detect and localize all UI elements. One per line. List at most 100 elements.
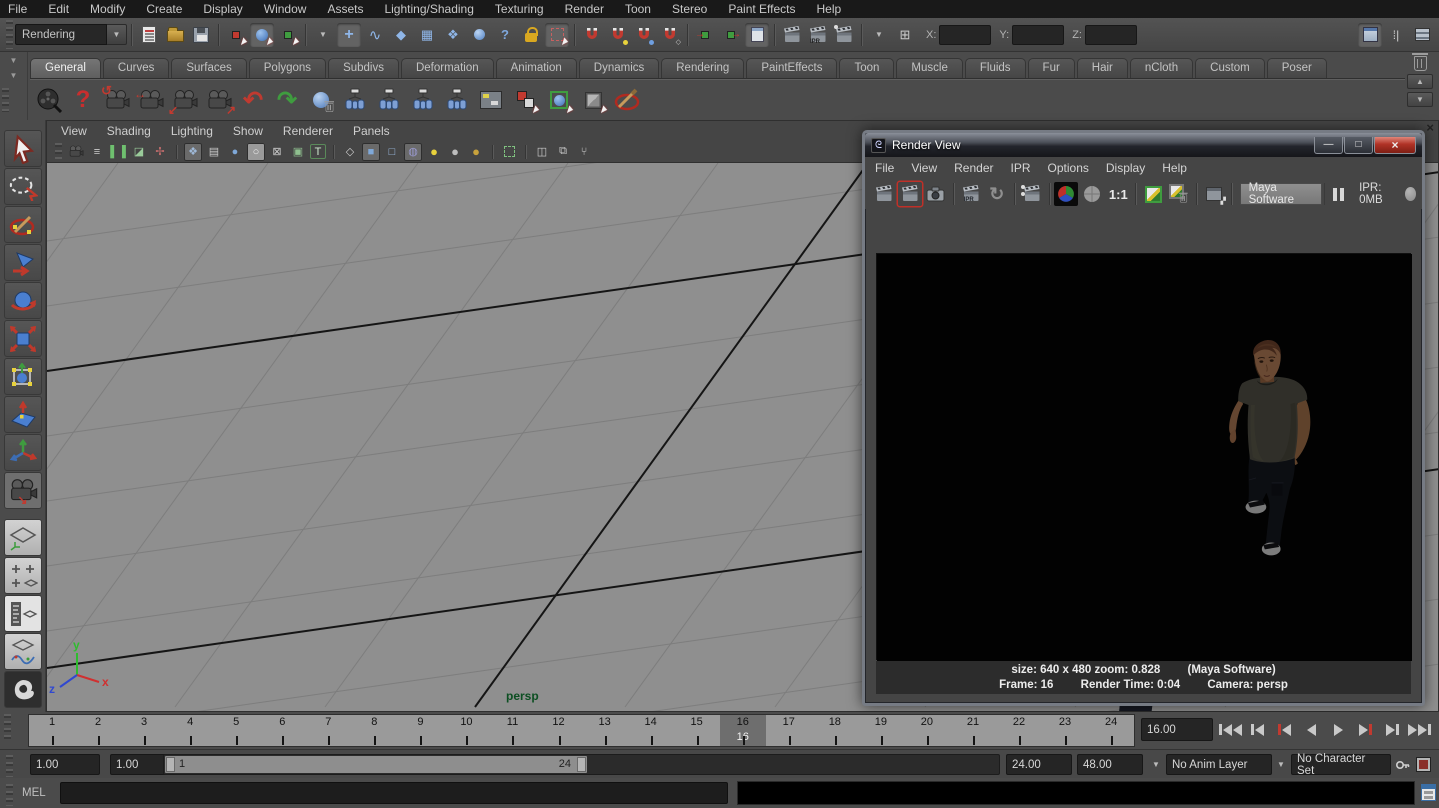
safe-action-icon[interactable]: ⊠ xyxy=(268,143,286,161)
render-view-menu-item[interactable]: View xyxy=(911,161,937,175)
main-menu-item[interactable]: Display xyxy=(203,2,242,16)
layout-persp-graph-button[interactable] xyxy=(4,633,42,670)
snap-magnet-point-button[interactable] xyxy=(632,23,656,47)
redo-view-button[interactable]: ↷ xyxy=(272,85,302,115)
2d-pan-zoom-icon[interactable]: ✢ xyxy=(151,143,169,161)
select-component-mode-button[interactable] xyxy=(276,23,300,47)
timeline-frame[interactable]: 22 22 xyxy=(996,715,1042,746)
script-editor-icon[interactable] xyxy=(1421,784,1436,801)
show-manipulator-tool-button[interactable] xyxy=(4,434,42,471)
playback-range-bar[interactable]: 1 24 xyxy=(165,756,587,773)
timeline-frame[interactable]: 20 20 xyxy=(904,715,950,746)
hypergraph-input-output-button[interactable] xyxy=(374,85,404,115)
construction-history-button[interactable] xyxy=(745,23,769,47)
render-view-menu-item[interactable]: Render xyxy=(954,161,993,175)
frame-text-icon[interactable]: T xyxy=(310,144,326,159)
layout-single-persp-button[interactable] xyxy=(4,519,42,556)
shelf-tab[interactable]: Hair xyxy=(1077,58,1128,78)
shelf-tab[interactable]: General xyxy=(30,58,101,78)
y-coordinate-input[interactable] xyxy=(1012,25,1064,45)
select-hierarchy-mode-button[interactable] xyxy=(224,23,248,47)
timeline-frame[interactable]: 2 2 xyxy=(75,715,121,746)
display-rgb-channels-button[interactable] xyxy=(1054,182,1078,206)
timeline-frame[interactable]: 1 1 xyxy=(29,715,75,746)
timeline-frame[interactable]: 6 6 xyxy=(259,715,305,746)
minimize-button[interactable]: — xyxy=(1314,137,1343,154)
renderer-selector[interactable]: Maya Software xyxy=(1240,183,1323,205)
main-menu-item[interactable]: Toon xyxy=(625,2,651,16)
shelf-grip[interactable] xyxy=(2,88,9,112)
render-view-window[interactable]: ᘓ Render View — □ × FileViewRenderIPROpt… xyxy=(862,130,1425,706)
make-live-button[interactable] xyxy=(467,23,491,47)
default-light-icon[interactable]: ● xyxy=(425,143,443,161)
z-coordinate-input[interactable] xyxy=(1085,25,1137,45)
hypergraph-up-downstream-button[interactable] xyxy=(408,85,438,115)
range-end-handle[interactable] xyxy=(577,757,586,772)
xray-joints-icon[interactable]: ⧉ xyxy=(554,143,572,161)
timeline-frame[interactable]: 23 23 xyxy=(1042,715,1088,746)
snap-to-view-planes-button[interactable]: ❖ xyxy=(441,23,465,47)
shelf-tab[interactable]: Animation xyxy=(496,58,577,78)
textured-mode-icon[interactable]: ◍ xyxy=(404,143,422,161)
command-line-grip[interactable] xyxy=(6,784,13,806)
show-attribute-editor-button[interactable] xyxy=(1410,23,1434,47)
main-menu-item[interactable]: Assets xyxy=(327,2,363,16)
node-editor-button[interactable] xyxy=(476,85,506,115)
snap-to-points-button[interactable]: ◆ xyxy=(389,23,413,47)
timeline-frame[interactable]: 21 21 xyxy=(950,715,996,746)
layout-persp-outliner-button[interactable] xyxy=(4,595,42,632)
shelf-tab[interactable]: Curves xyxy=(103,58,169,78)
new-scene-button[interactable] xyxy=(137,23,161,47)
main-menu-item[interactable]: Edit xyxy=(48,2,69,16)
select-object-shelf-button[interactable] xyxy=(544,85,574,115)
layout-four-view-button[interactable] xyxy=(4,557,42,594)
close-button[interactable]: × xyxy=(1374,137,1416,154)
open-render-settings-button[interactable]: ▞ xyxy=(1202,182,1226,206)
select-object-mode-button[interactable] xyxy=(250,23,274,47)
timeline-frame[interactable]: 10 10 xyxy=(443,715,489,746)
panel-menu-item[interactable]: View xyxy=(61,124,87,138)
hypergraph-scene-button[interactable] xyxy=(442,85,472,115)
snap-magnet-axis-button[interactable]: ◇ xyxy=(658,23,682,47)
play-backwards-button[interactable] xyxy=(1299,717,1324,742)
snap-magnet-grid-button[interactable] xyxy=(580,23,604,47)
field-chart-icon[interactable]: ○ xyxy=(247,143,265,161)
image-plane-icon[interactable]: ◪ xyxy=(130,143,148,161)
timeline-frame[interactable]: 15 15 xyxy=(674,715,720,746)
render-view-menu-item[interactable]: Display xyxy=(1106,161,1145,175)
time-slider-grip[interactable] xyxy=(4,714,11,742)
animation-start-field[interactable]: 1.00 xyxy=(30,754,100,775)
select-component-shelf-button[interactable] xyxy=(578,85,608,115)
set-key-icon[interactable] xyxy=(1395,757,1411,773)
safe-title-icon[interactable]: ▣ xyxy=(289,143,307,161)
anim-layer-field[interactable]: No Anim Layer xyxy=(1166,754,1272,775)
save-scene-button[interactable] xyxy=(189,23,213,47)
main-menu-item[interactable]: Paint Effects xyxy=(728,2,795,16)
snapshot-button[interactable] xyxy=(924,182,948,206)
render-view-titlebar[interactable]: ᘓ Render View — □ × xyxy=(865,133,1422,157)
snap-to-curves-button[interactable]: ∿ xyxy=(363,23,387,47)
playback-end-field[interactable]: 24.00 xyxy=(1006,754,1072,775)
menu-set-dropdown-button[interactable]: ▼ xyxy=(107,24,127,45)
isolate-select-icon[interactable] xyxy=(500,143,518,161)
resolution-gate-icon[interactable]: ▤ xyxy=(205,143,223,161)
range-track[interactable]: 1 24 xyxy=(163,754,1000,775)
render-view-menu-item[interactable]: Help xyxy=(1162,161,1187,175)
camera-select-icon[interactable] xyxy=(67,143,85,161)
render-settings-button[interactable] xyxy=(832,23,856,47)
lasso-select-tool-button[interactable] xyxy=(4,168,42,205)
rotate-tool-button[interactable] xyxy=(4,282,42,319)
scale-tool-button[interactable] xyxy=(4,320,42,357)
snap-to-planes-button[interactable]: ▦ xyxy=(415,23,439,47)
keep-image-button[interactable] xyxy=(1141,182,1165,206)
panel-menu-item[interactable]: Shading xyxy=(107,124,151,138)
step-forward-frame-button[interactable] xyxy=(1380,717,1405,742)
timeline-frame[interactable]: 11 11 xyxy=(489,715,535,746)
go-to-end-button[interactable] xyxy=(1407,717,1432,742)
timeline-frame[interactable]: 9 9 xyxy=(397,715,443,746)
main-menu-item[interactable]: Texturing xyxy=(495,2,544,16)
shelf-tab[interactable]: PaintEffects xyxy=(746,58,837,78)
timeline-frame[interactable]: 8 8 xyxy=(351,715,397,746)
xray-mode-icon[interactable]: ◫ xyxy=(533,143,551,161)
timeline-frame[interactable]: 17 17 xyxy=(766,715,812,746)
